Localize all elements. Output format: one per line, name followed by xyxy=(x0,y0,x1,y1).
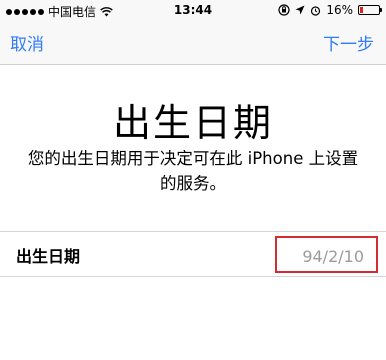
battery-percent: 16% xyxy=(326,3,353,17)
navigation-bar: 取消 下一步 xyxy=(0,20,386,65)
status-bar: 中国电信 13:44 16% xyxy=(0,0,386,20)
birthday-value-highlight: 94/2/10 xyxy=(275,236,378,273)
status-right: 16% xyxy=(278,3,382,17)
battery-icon xyxy=(358,5,382,15)
page-title: 出生日期 xyxy=(112,101,273,145)
page-description: 您的出生日期用于决定可在此 iPhone 上设置 的服务。 xyxy=(16,146,370,196)
location-icon xyxy=(295,5,305,15)
row-divider-bottom xyxy=(0,276,386,277)
description-line-1: 您的出生日期用于决定可在此 iPhone 上设置 xyxy=(27,149,359,168)
birthday-value[interactable]: 94/2/10 xyxy=(302,247,364,266)
cancel-button[interactable]: 取消 xyxy=(10,30,44,55)
next-button[interactable]: 下一步 xyxy=(323,30,374,55)
battery-level-fill xyxy=(360,7,363,13)
alarm-clock-icon xyxy=(311,5,321,16)
orientation-lock-icon xyxy=(278,4,290,16)
description-line-2: 的服务。 xyxy=(160,174,226,193)
birthday-label: 出生日期 xyxy=(16,247,81,266)
birthday-row[interactable]: 出生日期 94/2/10 xyxy=(0,232,386,276)
